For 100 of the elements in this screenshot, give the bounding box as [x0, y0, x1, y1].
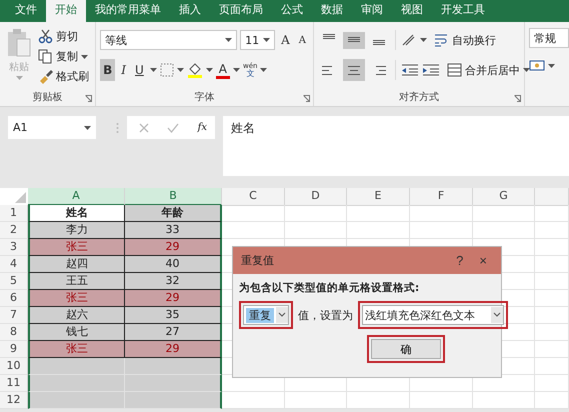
ribbon-tab[interactable]: 页面布局 — [210, 0, 272, 22]
font-name-dropdown[interactable]: 等线 — [100, 30, 238, 50]
format-dropdown[interactable]: 浅红填充色深红色文本 — [362, 305, 504, 325]
dialog-launcher-icon[interactable] — [514, 95, 521, 102]
row-header[interactable]: 8 — [0, 324, 28, 341]
dialog-launcher-icon[interactable] — [85, 95, 92, 102]
merge-cells-icon — [447, 63, 462, 77]
drag-handle-icon — [116, 122, 119, 134]
wrap-text-icon — [434, 33, 449, 47]
wrap-text-button[interactable]: 自动换行 — [434, 32, 496, 48]
column-header[interactable]: C — [222, 188, 285, 206]
caret-icon[interactable] — [150, 68, 157, 72]
name-box[interactable]: A1 — [8, 116, 96, 139]
column-header[interactable] — [535, 188, 569, 206]
ribbon-tab[interactable]: 我的常用菜单 — [86, 0, 170, 22]
column-header[interactable]: D — [285, 188, 347, 206]
bold-button[interactable]: B — [100, 59, 116, 81]
checkmark-icon[interactable] — [167, 122, 180, 132]
rule-dropdown[interactable]: 重复 — [243, 305, 289, 325]
paint-bucket-icon[interactable] — [186, 62, 203, 78]
table-cell[interactable]: 赵四 — [28, 256, 125, 273]
row-header[interactable]: 4 — [0, 256, 28, 273]
increase-font-size-button[interactable]: A — [278, 29, 293, 51]
ok-button[interactable]: 确 — [371, 339, 441, 359]
decrease-font-size-button[interactable]: A — [296, 29, 309, 51]
ribbon-tab[interactable]: 开始 — [46, 0, 86, 22]
cancel-icon[interactable] — [139, 122, 149, 132]
row-header[interactable]: 2 — [0, 222, 28, 239]
clipboard-command[interactable]: 格式刷 — [38, 68, 89, 85]
align-middle-icon[interactable] — [343, 32, 365, 48]
row-header[interactable]: 10 — [0, 358, 28, 375]
group-label: 对齐方式 — [399, 90, 439, 104]
row-header[interactable]: 7 — [0, 307, 28, 324]
row-header[interactable]: 5 — [0, 273, 28, 290]
table-cell[interactable]: 李力 — [28, 222, 125, 239]
caret-icon[interactable] — [548, 64, 555, 68]
ribbon-tab[interactable]: 公式 — [272, 0, 312, 22]
caret-icon[interactable] — [176, 68, 184, 72]
clipboard-command[interactable]: 剪切 — [38, 28, 89, 45]
table-cell[interactable]: 张三 — [28, 239, 125, 256]
ribbon-tab[interactable]: 文件 — [6, 0, 46, 22]
clipboard-command[interactable]: 复制 — [38, 48, 89, 65]
increase-indent-icon[interactable] — [422, 63, 440, 77]
text-orientation-icon[interactable] — [401, 33, 417, 47]
caret-icon[interactable] — [206, 68, 213, 72]
table-cell[interactable]: 王五 — [28, 273, 125, 290]
caret-icon[interactable] — [260, 68, 268, 72]
column-header[interactable]: E — [347, 188, 410, 206]
decrease-indent-icon[interactable] — [401, 63, 419, 77]
table-cell[interactable]: 29 — [125, 239, 222, 256]
ribbon-tab[interactable]: 视图 — [392, 0, 432, 22]
borders-icon[interactable] — [160, 63, 174, 77]
number-format-dropdown[interactable]: 常规 — [529, 28, 569, 48]
caret-icon — [225, 38, 232, 42]
caret-icon — [81, 54, 88, 58]
close-button[interactable]: × — [471, 253, 495, 268]
ribbon-tab[interactable]: 审阅 — [352, 0, 392, 22]
align-center-icon[interactable] — [343, 59, 365, 81]
column-header[interactable]: F — [410, 188, 473, 206]
font-size-dropdown[interactable]: 11 — [240, 30, 276, 50]
table-cell[interactable]: 29 — [125, 341, 222, 358]
ribbon-tab[interactable]: 开发工具 — [432, 0, 494, 22]
row-header[interactable]: 1 — [0, 205, 28, 222]
row-header[interactable]: 12 — [0, 392, 28, 409]
row-header[interactable]: 6 — [0, 290, 28, 307]
table-cell[interactable]: 32 — [125, 273, 222, 290]
ribbon-tab[interactable]: 数据 — [312, 0, 352, 22]
chevron-down-icon — [276, 307, 288, 323]
clipboard-icon — [6, 28, 32, 58]
formula-input[interactable]: 姓名 — [223, 116, 569, 176]
table-cell[interactable]: 年龄 — [125, 205, 222, 222]
table-cell[interactable]: 张三 — [28, 290, 125, 307]
table-cell[interactable]: 钱七 — [28, 324, 125, 341]
caret-icon[interactable] — [420, 38, 427, 42]
currency-format-icon[interactable] — [529, 59, 545, 73]
row-header[interactable]: 9 — [0, 341, 28, 358]
column-header[interactable]: A — [28, 188, 125, 206]
underline-button[interactable]: U — [132, 59, 147, 81]
row-header[interactable]: 11 — [0, 375, 28, 392]
column-header[interactable]: B — [125, 188, 222, 206]
ribbon-tab[interactable]: 插入 — [170, 0, 210, 22]
copy-icon — [38, 49, 53, 64]
table-cell[interactable]: 姓名 — [28, 205, 125, 222]
font-color-button[interactable]: A — [216, 61, 230, 79]
group-label: 字体 — [194, 90, 215, 104]
merge-and-center-button[interactable]: 合并后居中 — [447, 62, 530, 78]
table-cell[interactable]: 张三 — [28, 341, 125, 358]
column-header[interactable]: G — [473, 188, 535, 206]
table-cell[interactable]: 40 — [125, 256, 222, 273]
italic-button[interactable]: I — [118, 59, 129, 81]
row-header[interactable]: 3 — [0, 239, 28, 256]
table-cell[interactable]: 29 — [125, 290, 222, 307]
insert-function-button[interactable]: fx — [198, 122, 207, 133]
table-cell[interactable]: 35 — [125, 307, 222, 324]
table-cell[interactable]: 33 — [125, 222, 222, 239]
dialog-launcher-icon[interactable] — [303, 95, 310, 102]
caret-icon[interactable] — [233, 68, 240, 72]
table-cell[interactable]: 赵六 — [28, 307, 125, 324]
help-button[interactable]: ? — [448, 253, 472, 268]
table-cell[interactable]: 27 — [125, 324, 222, 341]
